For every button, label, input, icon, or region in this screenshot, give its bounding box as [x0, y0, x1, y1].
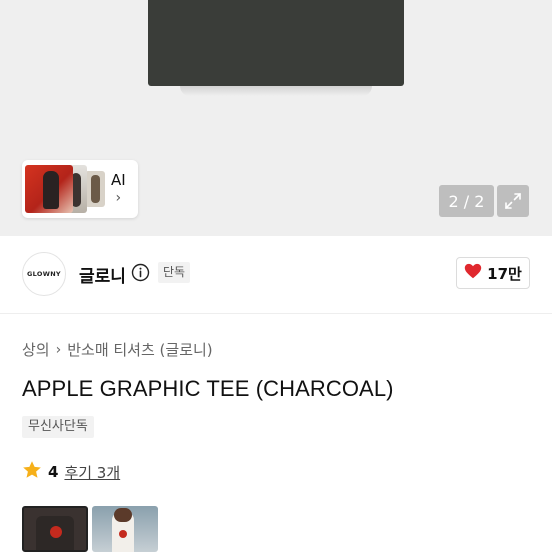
exclusive-tag: 무신사단독 — [22, 416, 94, 438]
product-photo-shirt — [148, 0, 404, 86]
heart-icon — [464, 263, 482, 283]
chevron-right-icon: › — [55, 341, 62, 358]
review-thumbnail[interactable] — [22, 506, 88, 552]
info-icon[interactable] — [131, 263, 150, 282]
ai-thumbnail-1 — [25, 165, 73, 213]
star-icon — [22, 460, 42, 484]
product-image-carousel[interactable]: AI › 2 / 2 — [0, 0, 552, 236]
rating-row: 4 후기 3개 — [22, 460, 120, 484]
brand-name[interactable]: 글로니 — [79, 262, 126, 287]
breadcrumb-item-top[interactable]: 상의 — [22, 339, 50, 360]
ai-thumbnail-3 — [85, 171, 105, 207]
rating-value: 4 — [48, 463, 59, 481]
like-count: 17만 — [487, 264, 522, 283]
ai-thumbnail-stack — [25, 163, 109, 215]
exclusive-badge: 단독 — [158, 262, 191, 283]
review-count-link[interactable]: 후기 3개 — [64, 462, 120, 483]
breadcrumb-item-category[interactable]: 반소매 티셔츠 (글로니) — [67, 339, 212, 360]
review-thumbnail[interactable] — [92, 506, 158, 552]
breadcrumb: 상의 › 반소매 티셔츠 (글로니) — [22, 339, 213, 360]
ai-lookbook-card[interactable]: AI › — [22, 160, 138, 218]
product-title: APPLE GRAPHIC TEE (CHARCOAL) — [22, 376, 394, 401]
image-counter: 2 / 2 — [439, 185, 494, 217]
chevron-right-icon: › — [115, 190, 122, 206]
brand-logo[interactable]: GLOWNY — [22, 252, 66, 296]
brand-row: GLOWNY 글로니 단독 17만 — [0, 236, 552, 314]
review-thumbnails — [22, 506, 158, 552]
product-photo-shadow — [180, 86, 372, 96]
like-button[interactable]: 17만 — [456, 257, 530, 289]
ai-label: AI — [111, 171, 126, 189]
expand-icon[interactable] — [497, 185, 529, 217]
